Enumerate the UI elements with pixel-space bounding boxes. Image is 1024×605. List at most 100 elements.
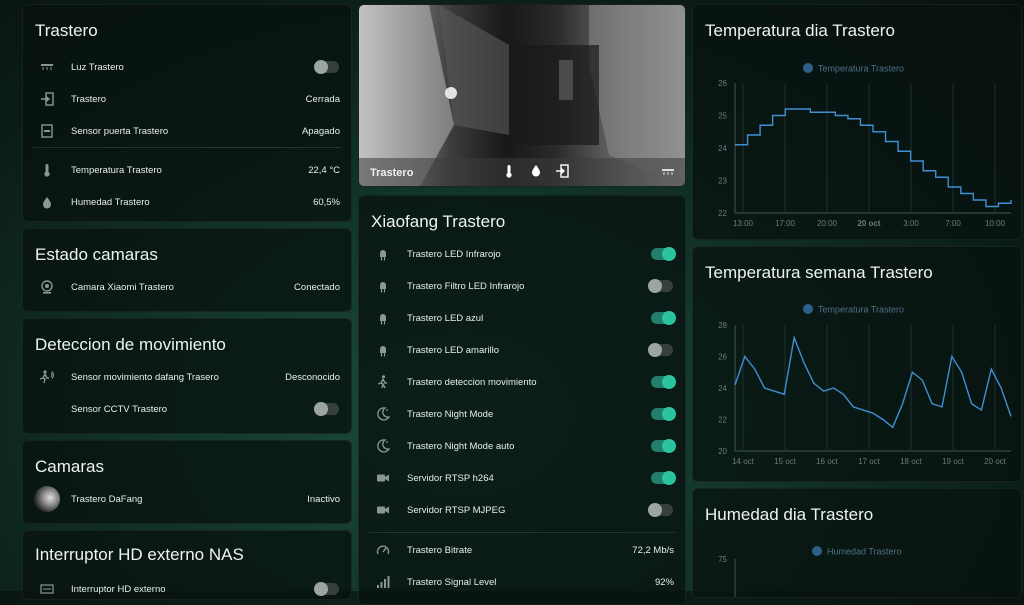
motion-sensor-icon <box>37 370 57 384</box>
row-trastero-dafang[interactable]: Trastero DaFang Inactivo <box>23 485 351 513</box>
camera-footer: Trastero <box>359 158 685 186</box>
card-title: Estado camaras <box>35 245 158 264</box>
x-tick-label: 20 oct <box>984 457 1007 466</box>
switch-toggle[interactable] <box>651 375 676 389</box>
row-label: Trastero Night Mode <box>407 408 494 420</box>
walk-icon <box>373 375 393 389</box>
xiaofang-switch-row[interactable]: Servidor RTSP h264 <box>359 464 685 492</box>
x-tick-label: 18 oct <box>900 457 923 466</box>
door-enter-icon <box>37 92 57 106</box>
xiaofang-switch-row[interactable]: Trastero LED Infrarojo <box>359 240 685 268</box>
humedad-dia-chart[interactable]: Humedad Trastero 75 <box>693 489 1022 598</box>
xiaofang-switch-row[interactable]: Trastero LED azul <box>359 304 685 332</box>
xiaofang-switch-row[interactable]: Trastero LED amarillo <box>359 336 685 364</box>
row-label: Humedad Trastero <box>71 196 150 208</box>
row-label: Trastero LED Infrarojo <box>407 248 501 260</box>
y-tick-label: 22 <box>718 416 727 425</box>
series-line <box>735 108 1012 208</box>
row-value: Apagado <box>301 125 340 137</box>
legend-label: Temperatura Trastero <box>818 64 904 74</box>
temperatura-semana-chart[interactable]: Temperatura Trastero 28 26 24 22 20 14 oct 15 o… <box>693 247 1022 482</box>
row-label: Servidor RTSP MJPEG <box>407 504 506 516</box>
row-label: Camara Xiaomi Trastero <box>71 281 174 293</box>
camaras-card: Camaras Trastero DaFang Inactivo <box>22 440 352 524</box>
door-enter-icon[interactable] <box>555 163 569 183</box>
row-label: Luz Trastero <box>71 61 124 73</box>
row-signal[interactable]: Trastero Signal Level 92% <box>359 568 685 596</box>
row-temperatura[interactable]: Temperatura Trastero 22,4 °C <box>23 156 351 184</box>
row-value: 60,5% <box>313 196 340 208</box>
x-tick-label: 3:00 <box>903 219 919 228</box>
row-bitrate[interactable]: Trastero Bitrate 72,2 Mb/s <box>359 536 685 564</box>
row-label: Trastero Bitrate <box>407 544 473 556</box>
row-label: Trastero LED amarillo <box>407 344 500 356</box>
row-sensor-puerta[interactable]: Sensor puerta Trastero Apagado <box>23 117 351 145</box>
led-icon <box>373 343 393 357</box>
switch-toggle[interactable] <box>651 311 676 325</box>
xiaofang-switch-row[interactable]: Trastero Filtro LED Infrarojo <box>359 272 685 300</box>
xiaofang-switch-row[interactable]: Trastero Night Mode auto <box>359 432 685 460</box>
row-label: Sensor puerta Trastero <box>71 125 169 137</box>
temperatura-dia-chart[interactable]: Temperatura Trastero 26 25 24 23 22 13:00 17:00… <box>693 5 1022 240</box>
led-icon <box>373 311 393 325</box>
y-tick-label: 25 <box>718 112 727 121</box>
chart-card-temp-semana: Temperatura semana Trastero Temperatura … <box>692 246 1022 482</box>
signal-icon <box>373 576 393 588</box>
chart-card-temp-dia: Temperatura dia Trastero Temperatura Tra… <box>692 4 1022 240</box>
x-tick-label: 20 oct <box>857 219 880 228</box>
switch-toggle[interactable] <box>648 343 673 357</box>
row-value: 22,4 °C <box>308 164 340 176</box>
interruptor-card: Interruptor HD externo NAS Interruptor H… <box>22 530 352 600</box>
led-icon <box>373 279 393 293</box>
switch-toggle[interactable] <box>648 503 673 517</box>
camera-feed[interactable]: Trastero <box>359 5 685 186</box>
chart-card-humedad-dia: Humedad dia Trastero Humedad Trastero 75 <box>692 488 1022 598</box>
y-tick-label: 23 <box>718 177 727 186</box>
row-interruptor-hd[interactable]: Interruptor HD externo <box>23 575 351 599</box>
luz-trastero-toggle[interactable] <box>314 60 339 74</box>
x-tick-label: 10:00 <box>985 219 1006 228</box>
xiaofang-switch-row[interactable]: Trastero deteccion movimiento <box>359 368 685 396</box>
row-luz-trastero[interactable]: Luz Trastero <box>23 53 351 81</box>
hdd-icon <box>37 584 57 594</box>
door-sensor-icon <box>37 124 57 138</box>
y-tick-label: 26 <box>718 353 727 362</box>
legend-label: Temperatura Trastero <box>818 305 904 315</box>
ceiling-light-icon[interactable] <box>661 164 675 182</box>
switch-toggle[interactable] <box>651 439 676 453</box>
row-camara-xiaomi[interactable]: Camara Xiaomi Trastero Conectado <box>23 273 351 301</box>
y-tick-label: 22 <box>718 209 727 218</box>
card-title: Interruptor HD externo NAS <box>35 545 244 564</box>
camera-view-card[interactable]: Trastero <box>358 4 686 187</box>
row-label: Trastero Signal Level <box>407 576 497 588</box>
sensor-cctv-toggle[interactable] <box>314 402 339 416</box>
xiaofang-switch-row[interactable]: Trastero Night Mode <box>359 400 685 428</box>
row-label: Trastero <box>71 93 107 105</box>
interruptor-hd-toggle[interactable] <box>314 582 339 596</box>
row-humedad[interactable]: Humedad Trastero 60,5% <box>23 188 351 216</box>
card-title: Xiaofang Trastero <box>371 212 506 231</box>
xiaofang-switch-row[interactable]: Servidor RTSP MJPEG <box>359 496 685 524</box>
row-sensor-cctv[interactable]: Sensor CCTV Trastero <box>23 395 351 423</box>
camera-thumbnail[interactable] <box>34 486 60 512</box>
row-label: Trastero DaFang <box>71 493 143 505</box>
switch-toggle[interactable] <box>651 471 676 485</box>
divider <box>33 147 341 148</box>
switch-toggle[interactable] <box>651 247 676 261</box>
switch-toggle[interactable] <box>651 407 676 421</box>
card-title: Trastero <box>35 21 98 40</box>
row-label: Sensor CCTV Trastero <box>71 403 168 415</box>
row-label: Trastero Night Mode auto <box>407 440 515 452</box>
switch-toggle[interactable] <box>648 279 673 293</box>
row-value: Desconocido <box>285 371 340 383</box>
thermometer-icon[interactable] <box>505 164 513 183</box>
row-label: Trastero Filtro LED Infrarojo <box>407 280 525 292</box>
row-sensor-movimiento[interactable]: Sensor movimiento dafang Trasero Descono… <box>23 363 351 391</box>
row-label: Trastero LED azul <box>407 312 484 324</box>
legend-swatch <box>803 304 813 314</box>
water-drop-icon[interactable] <box>531 164 541 182</box>
row-trastero-door[interactable]: Trastero Cerrada <box>23 85 351 113</box>
card-title: Camaras <box>35 457 104 476</box>
y-tick-label: 26 <box>718 79 727 88</box>
deteccion-card: Deteccion de movimiento Sensor movimient… <box>22 318 352 434</box>
